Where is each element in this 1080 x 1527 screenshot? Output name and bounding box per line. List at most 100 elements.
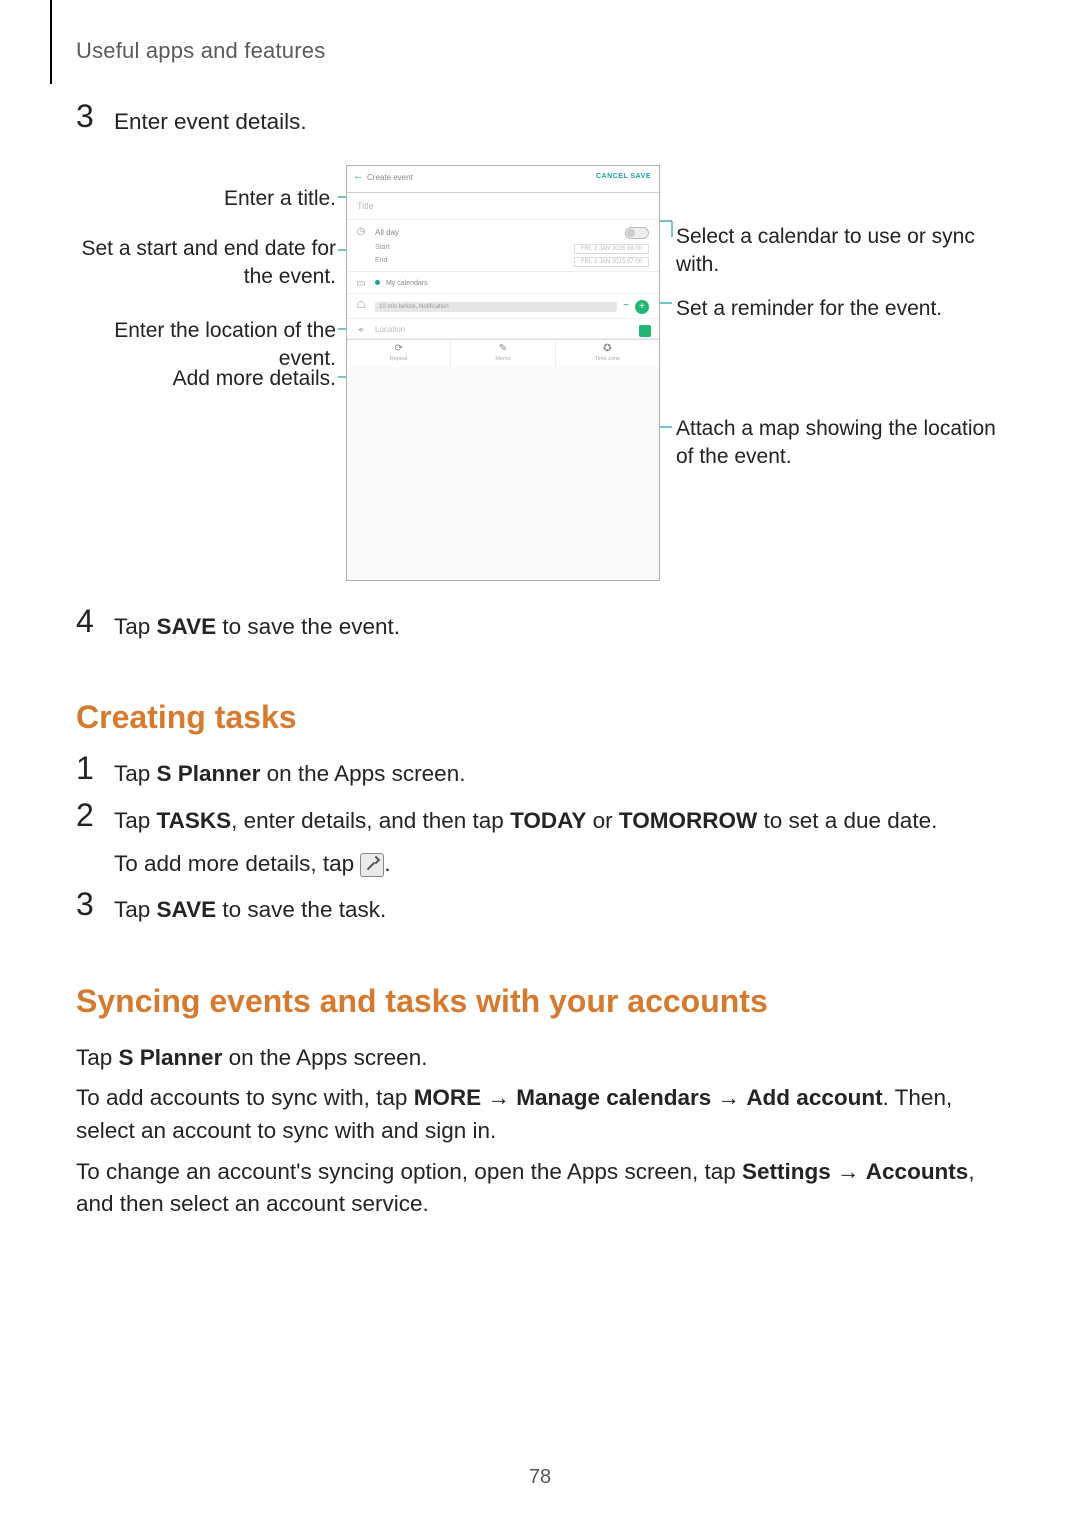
step-text: Tap S Planner on the Apps screen.: [114, 758, 1004, 791]
callout-attach-map: Attach a map showing the location of the…: [676, 415, 996, 472]
bell-icon: ☖: [355, 300, 367, 312]
margin-rule: [50, 0, 52, 84]
accounts-keyword: Accounts: [866, 1159, 969, 1184]
text-fragment: To add more details, tap: [114, 851, 360, 876]
more-repeat: ⟳ Repeat: [347, 340, 450, 367]
end-value: FRI, 2 JAN 2015 07:00: [574, 257, 649, 267]
calendar-color-icon: [375, 280, 380, 285]
add-account-keyword: Add account: [746, 1085, 882, 1110]
back-arrow-icon: ←: [353, 171, 364, 182]
document-page: Useful apps and features 3 Enter event d…: [0, 0, 1080, 1527]
timezone-label: Time zone: [556, 356, 659, 362]
arrow: →: [481, 1085, 516, 1110]
callout-more-details: Add more details.: [76, 365, 336, 393]
pin-icon: ⌖: [355, 325, 367, 337]
phone-header: ← Create event CANCEL SAVE: [347, 166, 659, 193]
calendar-row: My calendars: [375, 278, 649, 289]
calendar-icon: ▭: [355, 278, 367, 290]
page-content: 3 Enter event details. Enter a title. Se…: [76, 98, 1004, 1229]
text-fragment: to set a due date.: [757, 808, 937, 833]
splanner-keyword: S Planner: [119, 1045, 223, 1070]
splanner-keyword: S Planner: [157, 761, 261, 786]
clock-icon: ◷: [355, 226, 367, 238]
event-editor-figure: Enter a title. Set a start and end date …: [76, 165, 1004, 581]
today-keyword: TODAY: [510, 808, 586, 833]
location-placeholder: Location: [375, 325, 405, 334]
text-fragment: , enter details, and then tap: [231, 808, 510, 833]
text-fragment: Tap: [114, 897, 157, 922]
date-section: ◷ All day Start FRI, 2 JAN 2015 08:00 En…: [347, 220, 659, 272]
text-fragment: to save the task.: [216, 897, 386, 922]
end-label: End: [375, 257, 387, 267]
manage-calendars-keyword: Manage calendars: [516, 1085, 711, 1110]
tasks-step-1: 1 Tap S Planner on the Apps screen.: [76, 758, 1004, 791]
all-day-row: All day: [375, 226, 649, 240]
text-fragment: To add accounts to sync with, tap: [76, 1085, 414, 1110]
more-memo: ✎ Memo: [450, 340, 554, 367]
running-header: Useful apps and features: [76, 38, 325, 64]
save-keyword: SAVE: [157, 897, 217, 922]
calendar-name: My calendars: [386, 280, 428, 287]
calendar-section: ▭ My calendars: [347, 272, 659, 294]
callout-select-calendar: Select a calendar to use or sync with.: [676, 223, 996, 280]
heading-creating-tasks: Creating tasks: [76, 699, 1004, 736]
text-fragment: To change an account's syncing option, o…: [76, 1159, 742, 1184]
callout-enter-title: Enter a title.: [76, 185, 336, 213]
start-row: Start FRI, 2 JAN 2015 08:00: [375, 244, 649, 254]
timezone-icon: ✪: [556, 344, 659, 354]
more-timezone: ✪ Time zone: [555, 340, 659, 367]
all-day-toggle: [625, 227, 649, 239]
add-reminder-icon: +: [635, 300, 649, 314]
step-number: 4: [76, 605, 94, 637]
reminder-section: ☖ 10 min before, Notification − +: [347, 294, 659, 319]
text-fragment: Tap: [76, 1045, 119, 1070]
callout-start-end-date: Set a start and end date for the event.: [76, 235, 336, 292]
arrow: →: [831, 1159, 866, 1184]
text-fragment: to save the event.: [216, 614, 400, 639]
step-3: 3 Enter event details.: [76, 106, 1004, 139]
text-fragment: Tap: [114, 761, 157, 786]
heading-syncing: Syncing events and tasks with your accou…: [76, 983, 1004, 1020]
step-text: Enter event details.: [114, 106, 1004, 139]
header-actions: CANCEL SAVE: [596, 173, 651, 180]
text-fragment: or: [586, 808, 619, 833]
callout-reminder: Set a reminder for the event.: [676, 295, 996, 323]
remove-reminder-icon: −: [621, 302, 631, 312]
step-4: 4 Tap SAVE to save the event.: [76, 611, 1004, 644]
step-text: Tap TASKS, enter details, and then tap T…: [114, 805, 1004, 838]
tomorrow-keyword: TOMORROW: [619, 808, 757, 833]
tasks-step-3: 3 Tap SAVE to save the task.: [76, 894, 1004, 927]
arrow: →: [711, 1085, 746, 1110]
tasks-step-2: 2 Tap TASKS, enter details, and then tap…: [76, 805, 1004, 880]
text-fragment: on the Apps screen.: [260, 761, 465, 786]
syncing-paragraph-3: To change an account's syncing option, o…: [76, 1156, 1004, 1221]
text-fragment: .: [384, 851, 390, 876]
start-label: Start: [375, 244, 390, 254]
title-field: Title: [347, 193, 659, 220]
step-number: 3: [76, 888, 94, 920]
more-keyword: MORE: [414, 1085, 482, 1110]
settings-keyword: Settings: [742, 1159, 831, 1184]
all-day-label: All day: [375, 228, 399, 237]
step-number: 2: [76, 799, 94, 831]
memo-label: Memo: [451, 356, 554, 362]
phone-screenshot: ← Create event CANCEL SAVE Title ◷ All d…: [346, 165, 660, 581]
more-details-row: ⟳ Repeat ✎ Memo ✪ Time zone: [347, 339, 659, 367]
map-button-icon: [639, 325, 651, 337]
memo-icon: ✎: [451, 344, 554, 354]
syncing-paragraph-1: Tap S Planner on the Apps screen.: [76, 1042, 1004, 1075]
repeat-icon: ⟳: [347, 344, 450, 354]
text-fragment: Tap: [114, 614, 157, 639]
tasks-keyword: TASKS: [157, 808, 232, 833]
save-keyword: SAVE: [157, 614, 217, 639]
text-fragment: on the Apps screen.: [222, 1045, 427, 1070]
step-text: Tap SAVE to save the event.: [114, 611, 1004, 644]
reminder-pill: 10 min before, Notification: [375, 302, 617, 312]
expand-edit-icon: [360, 853, 384, 877]
step-subtext: To add more details, tap .: [114, 848, 1004, 881]
step-number: 3: [76, 100, 94, 132]
step-text: Tap SAVE to save the task.: [114, 894, 1004, 927]
header-title: Create event: [367, 173, 413, 182]
location-section: ⌖ Location: [347, 319, 659, 339]
syncing-paragraph-2: To add accounts to sync with, tap MORE →…: [76, 1082, 1004, 1147]
